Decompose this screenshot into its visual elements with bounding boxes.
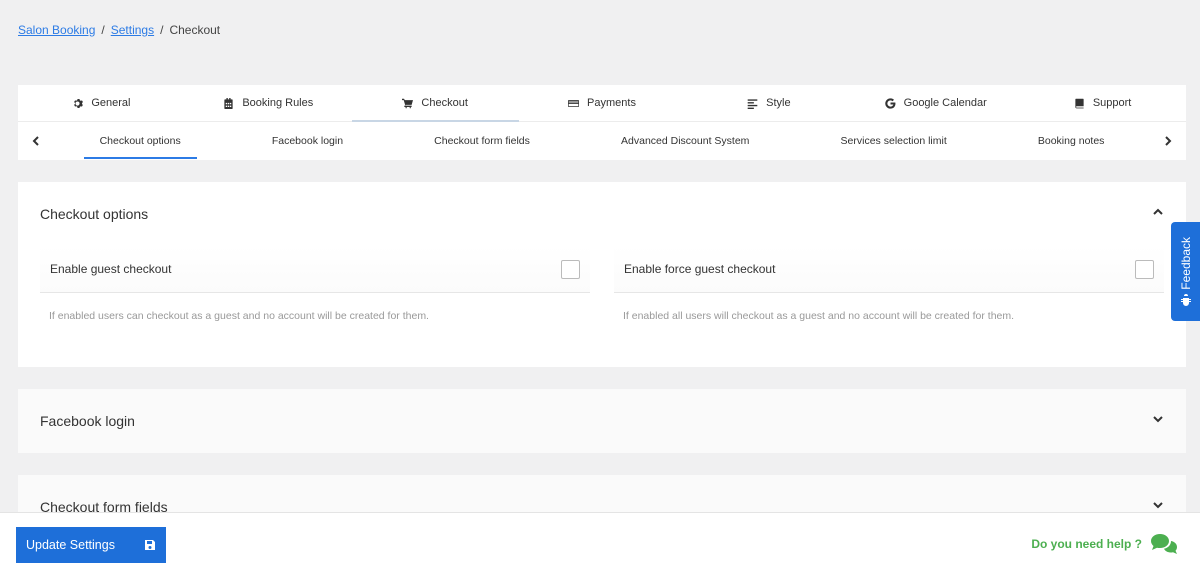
tab-payments[interactable]: Payments [519,85,686,121]
tab-general[interactable]: General [18,85,185,121]
option-label: Enable guest checkout [50,262,172,276]
section-checkout-form-fields: Checkout form fields [18,475,1186,512]
breadcrumb: Salon Booking / Settings / Checkout [18,23,220,37]
section-checkout-options: Checkout options Enable guest checkout I… [18,182,1186,367]
tab-support[interactable]: Support [1019,85,1186,121]
option-label: Enable force guest checkout [624,262,776,276]
tab-label: Checkout [421,97,468,109]
chevron-right-icon [1165,135,1172,146]
subtab-advanced-discount-system[interactable]: Advanced Discount System [605,122,765,159]
checkout-options-grid: Enable guest checkout If enabled users c… [18,246,1186,322]
tab-label: General [91,97,131,109]
chevron-left-icon [32,135,39,146]
tab-style[interactable]: Style [685,85,852,121]
option-row: Enable force guest checkout [614,246,1164,293]
sub-tabs: Checkout options Facebook login Checkout… [18,122,1186,159]
section-title: Checkout form fields [40,499,168,512]
option-row: Enable guest checkout [40,246,590,293]
option-help-text: If enabled users can checkout as a guest… [49,310,429,322]
subtab-facebook-login[interactable]: Facebook login [256,122,359,159]
option-help-text: If enabled all users will checkout as a … [623,310,1015,322]
breadcrumb-separator: / [160,23,164,37]
breadcrumb-link-salon-booking[interactable]: Salon Booking [18,23,95,37]
chat-icon [1151,534,1177,554]
subtab-services-selection-limit[interactable]: Services selection limit [825,122,963,159]
settings-tabs-card: General Booking Rules Checkout Payments … [18,85,1186,160]
align-icon [747,98,758,109]
section-header[interactable]: Facebook login [18,389,1186,453]
calendar-icon [224,97,233,109]
subtab-checkout-form-fields[interactable]: Checkout form fields [418,122,546,159]
tab-google-calendar[interactable]: Google Calendar [852,85,1019,121]
sub-tabs-next-button[interactable] [1150,122,1186,159]
section-header[interactable]: Checkout options [18,182,1186,246]
feedback-label: Feedback [1178,237,1193,290]
breadcrumb-separator: / [101,23,105,37]
chevron-down-icon [1152,412,1164,430]
section-title: Facebook login [40,413,135,429]
book-icon [1075,98,1084,108]
breadcrumb-link-settings[interactable]: Settings [111,23,154,37]
breadcrumb-current: Checkout [169,23,221,37]
credit-card-icon [568,99,580,107]
section-header[interactable]: Checkout form fields [18,475,1186,512]
tab-checkout[interactable]: Checkout [351,85,519,122]
help-label: Do you need help ? [1031,537,1142,551]
google-icon [884,97,896,109]
update-settings-button[interactable]: Update Settings [16,527,166,563]
tab-label: Style [766,97,791,109]
help-link[interactable]: Do you need help ? [1031,533,1178,555]
update-settings-label: Update Settings [26,538,115,552]
cart-icon [402,98,414,108]
subtab-checkout-options[interactable]: Checkout options [83,122,197,159]
option-guest-checkout: Enable guest checkout If enabled users c… [40,246,590,322]
main-tabs: General Booking Rules Checkout Payments … [18,85,1186,122]
option-force-guest-checkout: Enable force guest checkout If enabled a… [614,246,1164,322]
force-guest-checkout-checkbox[interactable] [1135,259,1154,279]
guest-checkout-checkbox[interactable] [561,259,580,279]
feedback-button[interactable]: Feedback [1171,222,1200,321]
tab-label: Payments [587,97,636,109]
bug-icon [1180,293,1191,306]
chevron-down-icon [1152,498,1164,512]
section-title: Checkout options [40,206,149,222]
sub-tabs-prev-button[interactable] [18,122,54,159]
tab-label: Support [1092,97,1132,109]
sub-tabs-list: Checkout options Facebook login Checkout… [54,122,1150,159]
tab-label: Booking Rules [242,97,314,109]
save-icon [145,540,155,550]
tab-booking-rules[interactable]: Booking Rules [185,85,352,121]
gear-icon [74,98,84,108]
chevron-up-icon [1152,205,1164,223]
subtab-booking-notes[interactable]: Booking notes [1022,122,1121,159]
footer-bar: Update Settings Do you need help ? [0,512,1200,572]
section-facebook-login: Facebook login [18,389,1186,453]
tab-label: Google Calendar [903,97,987,109]
